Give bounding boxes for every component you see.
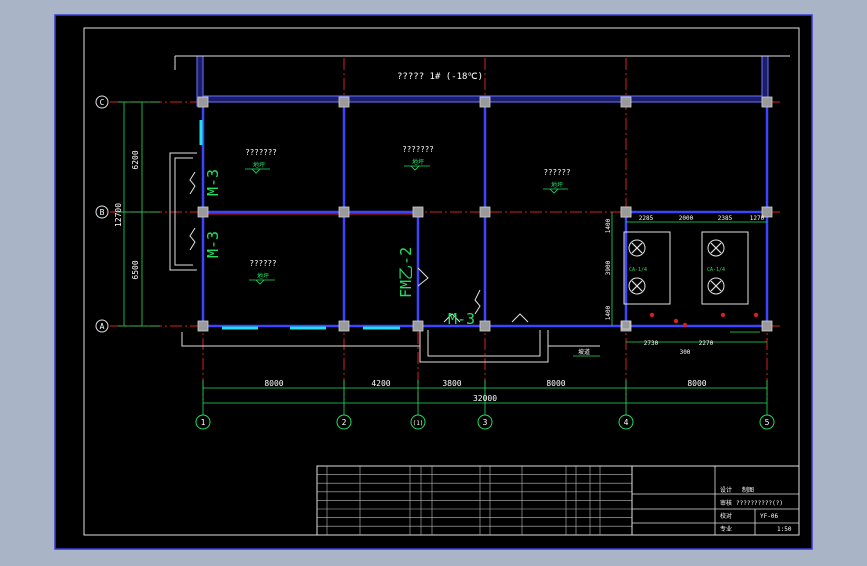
title-cell-review: 审核 xyxy=(720,499,732,507)
svg-text:1400: 1400 xyxy=(605,218,612,233)
column xyxy=(479,96,491,108)
dim-left-upper: 6200 xyxy=(131,150,140,169)
svg-text:CA-1/4: CA-1/4 xyxy=(629,267,647,273)
column xyxy=(338,96,350,108)
column xyxy=(197,206,209,218)
dim-total: 32000 xyxy=(473,394,497,403)
grid-label-row: C xyxy=(100,98,105,107)
grid-label-row: B xyxy=(100,208,105,217)
door-label-left-lower: M-3 xyxy=(204,231,222,258)
column xyxy=(338,320,350,332)
room-title-4: ?????? xyxy=(249,259,276,268)
column xyxy=(621,320,631,330)
room-tag-2: 地坪 xyxy=(412,158,424,166)
drawing-title: ??????????(?) xyxy=(736,500,783,507)
top-room-label: ????? 1# (-18℃) xyxy=(397,72,483,82)
svg-text:2385: 2385 xyxy=(718,215,733,222)
dim-left-lower: 6500 xyxy=(131,260,140,279)
dim-span-5: 8000 xyxy=(687,379,706,388)
dim-span-2: 4200 xyxy=(371,379,390,388)
cad-drawing: ????? 1# (-18℃) ??????? 地坪 ??????? 地坪 ??… xyxy=(54,14,813,550)
grid-label-col: 4 xyxy=(624,418,629,427)
svg-text:1270: 1270 xyxy=(750,215,765,222)
grid-label-col: (1) xyxy=(413,420,424,427)
svg-text:2000: 2000 xyxy=(679,215,694,222)
svg-text:2270: 2270 xyxy=(699,340,714,347)
svg-text:2730: 2730 xyxy=(644,340,659,347)
drawing-scale: 1:50 xyxy=(777,526,792,533)
svg-text:3900: 3900 xyxy=(605,260,612,275)
column xyxy=(620,206,632,218)
svg-text:1400: 1400 xyxy=(605,305,612,320)
room-tag-1: 地坪 xyxy=(253,161,265,169)
room-title-1: ??????? xyxy=(245,148,277,157)
room-title-2: ??????? xyxy=(402,145,434,154)
column xyxy=(761,96,773,108)
grid-label-col: 5 xyxy=(765,418,770,427)
door-label-fm: FM乙-2 xyxy=(397,247,415,298)
grid-label-col: 3 xyxy=(483,418,488,427)
column xyxy=(197,96,209,108)
column xyxy=(197,320,209,332)
dim-left-total: 12700 xyxy=(114,203,123,227)
svg-text:CA-1/4: CA-1/4 xyxy=(707,267,725,273)
dim-span-3: 3800 xyxy=(442,379,461,388)
room-tag-4: 地坪 xyxy=(257,272,269,280)
title-cell-check: 校对 xyxy=(720,512,732,520)
column xyxy=(620,96,632,108)
grid-label-row: A xyxy=(100,322,105,331)
column xyxy=(338,206,350,218)
column xyxy=(761,320,773,332)
dim-span-1: 8000 xyxy=(264,379,283,388)
title-cell-major: 专业 xyxy=(720,525,732,533)
room-tag-3: 地坪 xyxy=(551,181,563,189)
title-cell-design: 设计 xyxy=(720,486,732,494)
entrance-note: 坡道 xyxy=(578,348,590,356)
dim-span-4: 8000 xyxy=(546,379,565,388)
room-title-3: ?????? xyxy=(543,168,570,177)
svg-text:300: 300 xyxy=(680,349,691,356)
column xyxy=(412,206,424,218)
title-cell-draw: 制图 xyxy=(742,486,754,494)
door-label-bottom: M-3 xyxy=(448,310,475,328)
column xyxy=(412,320,424,332)
column xyxy=(479,206,491,218)
column xyxy=(479,320,491,332)
drawing-viewport: ????? 1# (-18℃) ??????? 地坪 ??????? 地坪 ??… xyxy=(0,0,867,562)
sheet-border xyxy=(54,14,813,550)
door-label-left-upper: M-3 xyxy=(204,169,222,196)
grid-label-col: 1 xyxy=(201,418,206,427)
drawing-number: YF-06 xyxy=(760,513,778,520)
svg-text:2285: 2285 xyxy=(639,215,654,222)
grid-label-col: 2 xyxy=(342,418,347,427)
